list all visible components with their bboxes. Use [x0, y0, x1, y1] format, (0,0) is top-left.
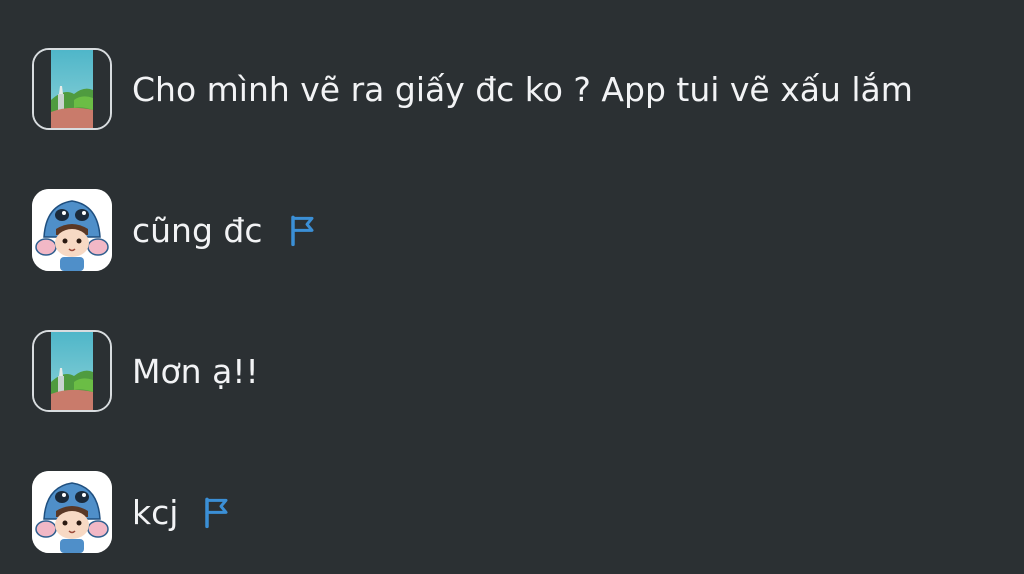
chat-thread: Cho mình vẽ ra giấy đc ko ? App tui vẽ x…	[0, 0, 1024, 574]
scenic-avatar-image	[34, 50, 110, 128]
chat-message: cũng đc	[0, 189, 1024, 273]
avatar[interactable]	[32, 189, 112, 271]
chat-message: kcj	[0, 471, 1024, 555]
avatar[interactable]	[32, 48, 112, 130]
scenic-avatar-image	[34, 332, 110, 410]
cartoon-avatar-image	[32, 471, 112, 553]
avatar[interactable]	[32, 471, 112, 553]
message-text: cũng đc	[132, 211, 263, 250]
flag-icon[interactable]	[286, 213, 316, 247]
chat-message: Cho mình vẽ ra giấy đc ko ? App tui vẽ x…	[0, 48, 1024, 132]
message-text: Cho mình vẽ ra giấy đc ko ? App tui vẽ x…	[132, 70, 913, 109]
message-text: Mơn ạ!!	[132, 352, 259, 391]
flag-icon[interactable]	[200, 495, 230, 529]
cartoon-avatar-image	[32, 189, 112, 271]
avatar[interactable]	[32, 330, 112, 412]
message-text: kcj	[132, 493, 179, 532]
chat-message: Mơn ạ!!	[0, 330, 1024, 414]
